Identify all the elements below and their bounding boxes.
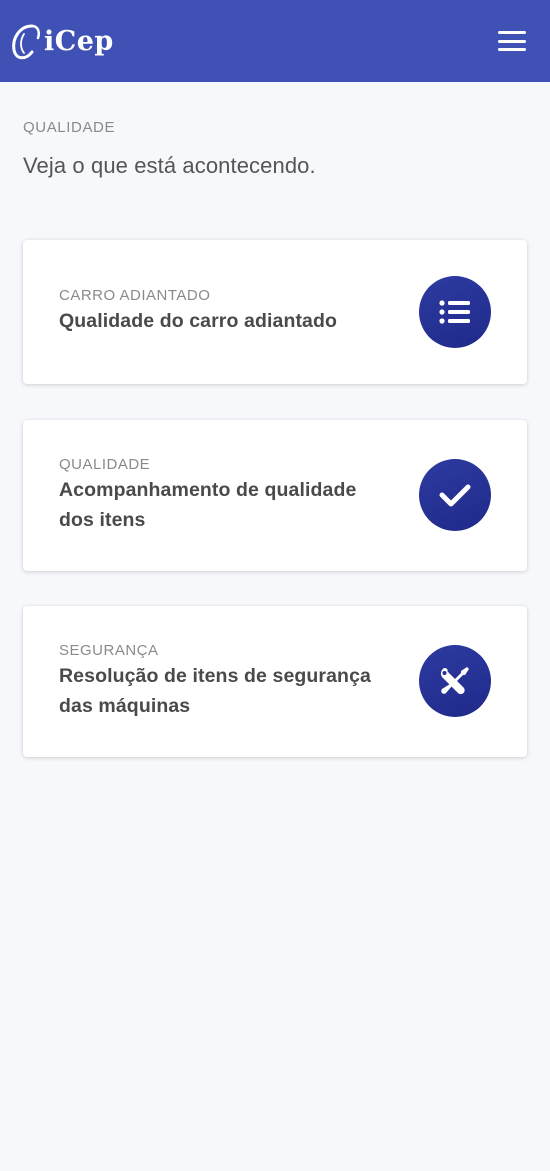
main-content: QUALIDADE Veja o que está acontecendo.: [0, 82, 550, 179]
card-carro-adiantado[interactable]: CARRO ADIANTADO Qualidade do carro adian…: [23, 240, 527, 384]
card-seguranca[interactable]: SEGURANÇA Resolução de itens de seguranç…: [23, 606, 527, 757]
check-icon: [419, 459, 491, 531]
logo-swoosh-icon: [12, 24, 40, 60]
app-logo[interactable]: iCep: [10, 19, 114, 63]
card-text: QUALIDADE Acompanhamento de qualidade do…: [59, 456, 379, 535]
app-header: iCep: [0, 0, 550, 82]
hamburger-menu-icon: [498, 31, 526, 34]
menu-button[interactable]: [498, 30, 528, 52]
card-title: Acompanhamento de qualidade dos itens: [59, 479, 357, 531]
page-subtitle: Veja o que está acontecendo.: [23, 153, 316, 178]
card-title: Qualidade do carro adiantado: [59, 310, 338, 332]
card-text: SEGURANÇA Resolução de itens de seguranç…: [59, 642, 379, 721]
hamburger-menu-icon-bar: [498, 39, 526, 43]
card-qualidade[interactable]: QUALIDADE Acompanhamento de qualidade do…: [23, 420, 527, 571]
card-kicker: QUALIDADE: [59, 456, 151, 473]
section-label: QUALIDADE: [23, 119, 116, 136]
card-kicker: SEGURANÇA: [59, 642, 159, 659]
card-title: Resolução de itens de segurança das máqu…: [59, 665, 371, 717]
list-icon: [419, 276, 491, 348]
tools-icon: [419, 645, 491, 717]
card-text: CARRO ADIANTADO Qualidade do carro adian…: [59, 287, 379, 336]
logo-text: iCep: [44, 25, 114, 57]
card-kicker: CARRO ADIANTADO: [59, 287, 211, 304]
hamburger-menu-icon-bar: [498, 48, 526, 51]
